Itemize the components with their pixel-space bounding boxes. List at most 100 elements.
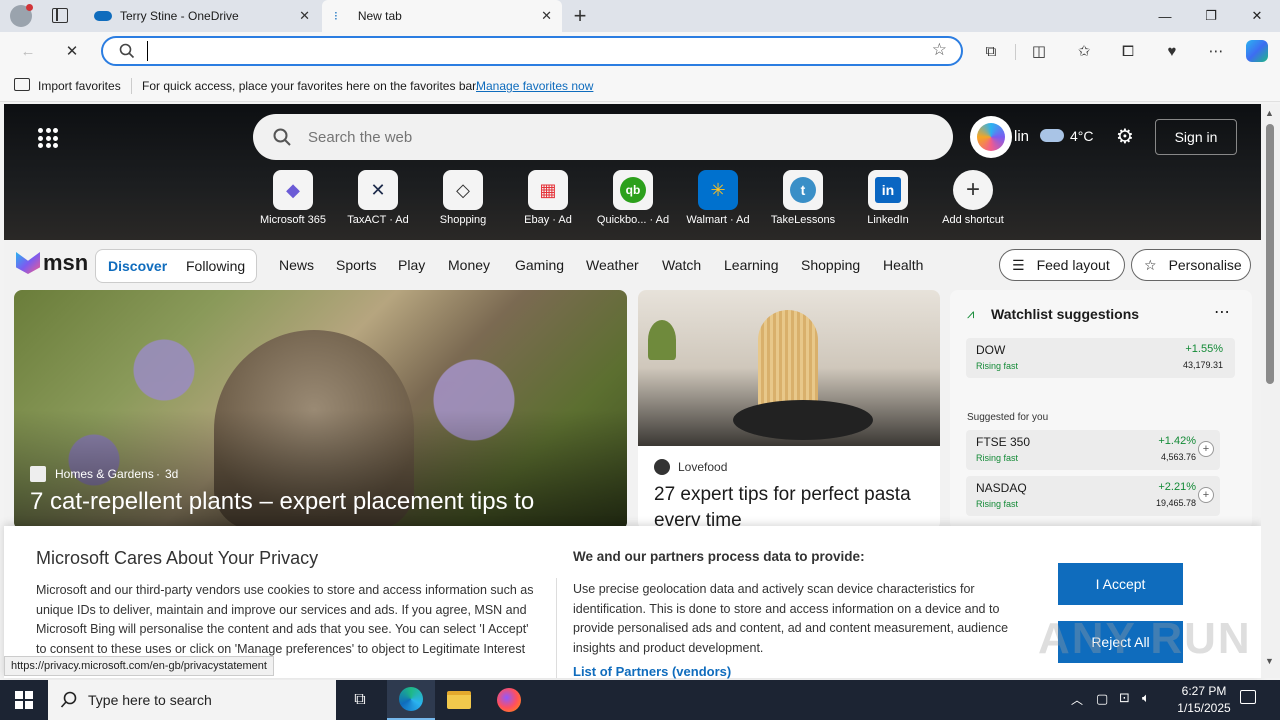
- nav-weather[interactable]: Weather: [586, 257, 639, 273]
- split-screen-icon[interactable]: ◫: [1027, 40, 1051, 62]
- windows-taskbar: Type here to search ⧉ ︿ ▢ ⊡ 🔈︎ 6:27 PM 1…: [0, 680, 1280, 720]
- favorite-star-icon[interactable]: ☆: [932, 40, 947, 60]
- address-input[interactable]: [147, 41, 907, 61]
- nav-watch[interactable]: Watch: [662, 257, 701, 273]
- nav-news[interactable]: News: [279, 257, 314, 273]
- watchlist-card: ⩘ Watchlist suggestions ⋯ DOW Rising fas…: [950, 290, 1252, 530]
- shortcut-ebay[interactable]: ▦ Ebay · Ad: [506, 170, 590, 226]
- pasta-source: Lovefood: [678, 460, 728, 474]
- walmart-icon: ✳: [698, 170, 738, 210]
- performance-icon[interactable]: ♥: [1160, 40, 1184, 62]
- browser-tab-strip: Terry Stine - OneDrive ✕ ⁝ New tab ✕ + —…: [0, 0, 1280, 32]
- close-tab-icon[interactable]: ✕: [541, 8, 552, 24]
- watchlist-row-dow[interactable]: DOW Rising fast +1.55% 43,179.31: [966, 338, 1235, 378]
- hero-headline[interactable]: 7 cat-repellent plants – expert placemen…: [30, 488, 534, 516]
- pasta-headline[interactable]: 27 expert tips for perfect pasta every t…: [654, 482, 924, 530]
- watchlist-more-icon[interactable]: ⋯: [1214, 302, 1230, 322]
- shortcut-add[interactable]: + Add shortcut: [931, 170, 1015, 226]
- nav-sports[interactable]: Sports: [336, 257, 376, 273]
- taskbar-search-box[interactable]: Type here to search: [48, 680, 336, 720]
- search-icon: [119, 43, 135, 59]
- shortcut-quickbooks[interactable]: qb Quickbo... · Ad: [591, 170, 675, 226]
- taskbar-edge[interactable]: [387, 680, 435, 720]
- partners-link[interactable]: List of Partners (vendors): [573, 664, 731, 679]
- pasta-article-card[interactable]: Lovefood 27 expert tips for perfect past…: [638, 290, 940, 530]
- shortcut-microsoft-365[interactable]: ◆ Microsoft 365: [251, 170, 335, 226]
- copilot-avatar[interactable]: [970, 116, 1012, 158]
- extensions-icon[interactable]: ⧉: [979, 40, 1003, 62]
- start-button[interactable]: [0, 680, 48, 720]
- weather-temperature[interactable]: 4°C: [1070, 128, 1094, 144]
- show-hidden-icons-icon[interactable]: ︿: [1071, 691, 1083, 708]
- tab-discover[interactable]: Discover: [108, 258, 167, 274]
- shortcut-shopping[interactable]: ◇ Shopping: [421, 170, 505, 226]
- lovefood-logo: [654, 459, 670, 475]
- clock-time[interactable]: 6:27 PM: [1172, 684, 1236, 698]
- scroll-down-arrow-icon[interactable]: ▼: [1265, 656, 1274, 666]
- scroll-up-arrow-icon[interactable]: ▲: [1265, 108, 1274, 118]
- pasta-pan-image: [638, 290, 940, 446]
- add-to-watchlist-icon[interactable]: +: [1198, 441, 1214, 457]
- copilot-icon[interactable]: [1245, 40, 1269, 62]
- manage-favorites-link[interactable]: Manage favorites now: [476, 79, 593, 93]
- web-search-input[interactable]: [308, 126, 908, 148]
- shortcut-taxact[interactable]: ✕ TaxACT · Ad: [336, 170, 420, 226]
- user-short-name[interactable]: lin: [1014, 128, 1029, 145]
- tab-onedrive[interactable]: Terry Stine - OneDrive ✕: [84, 0, 320, 32]
- app-launcher-icon[interactable]: [38, 128, 58, 148]
- tab-following[interactable]: Following: [186, 258, 245, 274]
- clock-date[interactable]: 1/15/2025: [1172, 701, 1236, 715]
- add-shortcut-icon: +: [953, 170, 993, 210]
- close-window-button[interactable]: ✕: [1234, 0, 1280, 32]
- add-to-watchlist-icon[interactable]: +: [1198, 487, 1214, 503]
- personalise-button[interactable]: ☆ Personalise: [1131, 249, 1251, 281]
- nav-play[interactable]: Play: [398, 257, 425, 273]
- close-tab-icon[interactable]: ✕: [299, 8, 310, 24]
- minimize-button[interactable]: —: [1142, 0, 1188, 32]
- web-search-box[interactable]: [253, 114, 953, 160]
- sign-in-button[interactable]: Sign in: [1155, 119, 1237, 155]
- import-favorites-icon[interactable]: [14, 78, 30, 91]
- feed-layout-button[interactable]: ☰ Feed layout: [999, 249, 1125, 281]
- scroll-thumb[interactable]: [1266, 124, 1274, 384]
- task-view-icon[interactable]: ⧉: [336, 680, 384, 720]
- stop-loading-icon[interactable]: ✕: [60, 40, 84, 62]
- volume-icon[interactable]: 🔈︎: [1142, 690, 1150, 706]
- tab-new-tab[interactable]: ⁝ New tab ✕: [322, 0, 562, 32]
- nav-money[interactable]: Money: [448, 257, 490, 273]
- favorites-icon[interactable]: ✩: [1072, 40, 1096, 62]
- watchlist-row-nasdaq[interactable]: NASDAQ Rising fast +2.21% 19,465.78 +: [966, 476, 1220, 516]
- import-favorites-button[interactable]: Import favorites: [38, 79, 121, 93]
- privacy-title: Microsoft Cares About Your Privacy: [36, 548, 319, 568]
- favorites-hint: For quick access, place your favorites h…: [142, 79, 479, 93]
- taxact-icon: ✕: [358, 170, 398, 210]
- network-icon[interactable]: ⊡: [1119, 690, 1130, 706]
- restore-button[interactable]: ❐: [1188, 0, 1234, 32]
- msn-logo[interactable]: msn: [16, 250, 88, 276]
- search-icon: [60, 691, 77, 708]
- tab-actions-icon[interactable]: [52, 8, 68, 23]
- profile-avatar-icon[interactable]: [10, 4, 33, 27]
- settings-gear-icon[interactable]: ⚙: [1116, 124, 1134, 149]
- address-bar[interactable]: ☆: [101, 36, 963, 66]
- shortcut-takelessons[interactable]: t TakeLessons: [761, 170, 845, 226]
- nav-health[interactable]: Health: [883, 257, 923, 273]
- nav-learning[interactable]: Learning: [724, 257, 779, 273]
- hero-article-card[interactable]: Homes & Gardens · 3d 7 cat-repellent pla…: [14, 290, 627, 530]
- accept-button[interactable]: I Accept: [1058, 563, 1183, 605]
- battery-icon[interactable]: ▢: [1096, 691, 1108, 707]
- nav-shopping[interactable]: Shopping: [801, 257, 860, 273]
- new-tab-button[interactable]: +: [570, 3, 590, 29]
- watchlist-row-ftse[interactable]: FTSE 350 Rising fast +1.42% 4,563.76 +: [966, 430, 1220, 470]
- more-menu-icon[interactable]: ⋯: [1204, 40, 1228, 62]
- taskbar-file-explorer[interactable]: [435, 680, 483, 720]
- shortcut-walmart[interactable]: ✳ Walmart · Ad: [676, 170, 760, 226]
- back-arrow-icon[interactable]: ←: [16, 40, 40, 62]
- taskbar-search-placeholder: Type here to search: [88, 692, 212, 708]
- nav-gaming[interactable]: Gaming: [515, 257, 564, 273]
- page-scrollbar[interactable]: ▲ ▼: [1261, 104, 1280, 678]
- collections-icon[interactable]: ⧠: [1116, 40, 1140, 62]
- taskbar-firefox[interactable]: [485, 680, 533, 720]
- shortcut-linkedin[interactable]: in LinkedIn: [846, 170, 930, 226]
- notifications-icon[interactable]: [1240, 690, 1256, 704]
